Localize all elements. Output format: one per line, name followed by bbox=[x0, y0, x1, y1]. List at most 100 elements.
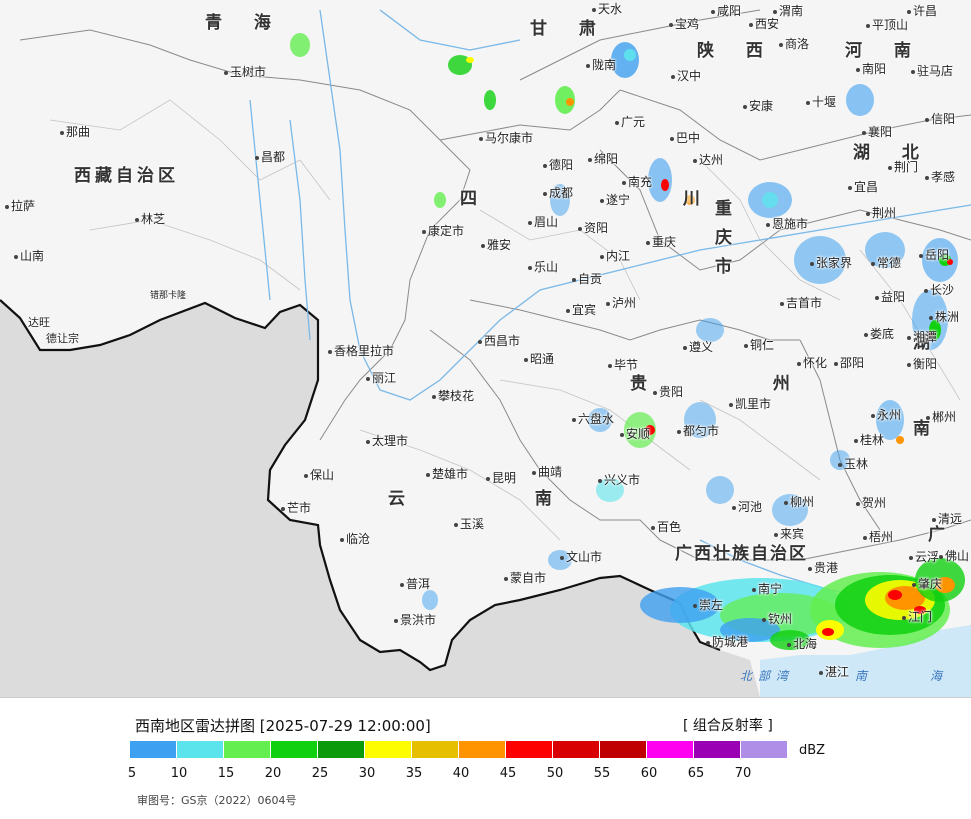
city-label: 保山 bbox=[304, 468, 334, 482]
province-label: 重庆市 bbox=[715, 199, 732, 277]
province-label: 广 bbox=[928, 525, 958, 545]
city-label: 常德 bbox=[871, 256, 901, 270]
sea-label: 海 bbox=[930, 669, 949, 683]
city-label: 昌都 bbox=[255, 150, 285, 164]
city-label: 遂宁 bbox=[600, 193, 630, 207]
city-label: 北海 bbox=[787, 637, 817, 651]
city-label: 防城港 bbox=[706, 635, 748, 649]
city-label: 平顶山 bbox=[866, 18, 908, 32]
city-label: 贺州 bbox=[856, 496, 886, 510]
city-label: 兴义市 bbox=[598, 473, 640, 487]
city-label: 攀枝花 bbox=[432, 389, 474, 403]
city-label: 吉首市 bbox=[780, 296, 822, 310]
city-label: 益阳 bbox=[875, 290, 905, 304]
color-scale bbox=[130, 741, 788, 758]
city-label: 普洱 bbox=[400, 577, 430, 591]
city-label: 恩施市 bbox=[766, 217, 808, 231]
color-swatch bbox=[600, 741, 647, 758]
color-scale-tick: 55 bbox=[593, 766, 611, 781]
color-swatch bbox=[271, 741, 318, 758]
color-swatch bbox=[741, 741, 788, 758]
city-label: 咸阳 bbox=[711, 4, 741, 18]
color-scale-tick: 45 bbox=[499, 766, 517, 781]
city-label: 信阳 bbox=[925, 112, 955, 126]
city-label: 都匀市 bbox=[677, 424, 719, 438]
color-scale-tick: 15 bbox=[217, 766, 235, 781]
city-label: 曲靖 bbox=[532, 465, 562, 479]
city-label: 重庆 bbox=[646, 235, 676, 249]
city-label: 自贡 bbox=[572, 272, 602, 286]
city-label: 西安 bbox=[749, 17, 779, 31]
city-label: 文山市 bbox=[560, 550, 602, 564]
city-label: 内江 bbox=[600, 249, 630, 263]
city-label: 长沙 bbox=[924, 283, 954, 297]
city-label: 南阳 bbox=[856, 62, 886, 76]
color-swatch bbox=[224, 741, 271, 758]
color-scale-tick: 70 bbox=[734, 766, 752, 781]
legend-panel: 西南地区雷达拼图 [2025-07-29 12:00:00] [ 组合反射率 ]… bbox=[0, 697, 971, 819]
province-label: 青 海 bbox=[205, 13, 284, 33]
city-label: 玉树市 bbox=[224, 65, 266, 79]
city-label: 景洪市 bbox=[394, 613, 436, 627]
color-swatch bbox=[177, 741, 224, 758]
city-label: 达州 bbox=[693, 153, 723, 167]
city-label: 百色 bbox=[651, 520, 681, 534]
color-swatch bbox=[553, 741, 600, 758]
city-label: 宜昌 bbox=[848, 180, 878, 194]
city-label: 德让宗 bbox=[46, 332, 79, 345]
product-name: [ 组合反射率 ] bbox=[683, 718, 773, 734]
color-scale-tick: 5 bbox=[127, 766, 137, 781]
color-swatch bbox=[130, 741, 177, 758]
city-label: 桂林 bbox=[854, 433, 884, 447]
color-swatch bbox=[506, 741, 553, 758]
city-label: 株洲 bbox=[929, 310, 959, 324]
city-label: 绵阳 bbox=[588, 152, 618, 166]
city-label: 芒市 bbox=[281, 501, 311, 515]
city-label: 凯里市 bbox=[729, 397, 771, 411]
city-label: 梧州 bbox=[863, 530, 893, 544]
province-label: 甘 肃 bbox=[530, 19, 609, 39]
city-label: 临沧 bbox=[340, 532, 370, 546]
city-label: 南宁 bbox=[752, 582, 782, 596]
city-label: 衡阳 bbox=[907, 357, 937, 371]
city-label: 德阳 bbox=[543, 158, 573, 172]
city-label: 太理市 bbox=[366, 434, 408, 448]
city-label: 六盘水 bbox=[572, 412, 614, 426]
color-swatch bbox=[694, 741, 741, 758]
city-label: 泸州 bbox=[606, 296, 636, 310]
city-label: 岳阳 bbox=[919, 248, 949, 262]
city-label: 贵阳 bbox=[653, 385, 683, 399]
color-scale-tick: 65 bbox=[687, 766, 705, 781]
color-scale-tick: 30 bbox=[358, 766, 376, 781]
city-label: 郴州 bbox=[926, 410, 956, 424]
city-label: 资阳 bbox=[578, 221, 608, 235]
radar-map: 青 海 甘 肃 陕 西 河 南 西藏自治区 四 川 重庆市 湖 北 湖 南 贵 … bbox=[0, 0, 971, 697]
city-label: 天水 bbox=[592, 2, 622, 16]
city-label: 南充 bbox=[622, 175, 652, 189]
color-scale-tick: 50 bbox=[546, 766, 564, 781]
city-label: 毕节 bbox=[608, 358, 638, 372]
city-label: 香格里拉市 bbox=[328, 344, 394, 358]
city-label: 邵阳 bbox=[834, 356, 864, 370]
city-label: 许昌 bbox=[907, 4, 937, 18]
city-label: 湘潭 bbox=[907, 330, 937, 344]
city-label: 林芝 bbox=[135, 212, 165, 226]
city-label: 佛山 bbox=[939, 549, 969, 563]
color-scale-tick: 35 bbox=[405, 766, 423, 781]
city-label: 宝鸡 bbox=[669, 17, 699, 31]
city-label: 玉林 bbox=[838, 457, 868, 471]
city-label: 渭南 bbox=[773, 4, 803, 18]
city-label: 西昌市 bbox=[478, 334, 520, 348]
city-label: 楚雄市 bbox=[426, 467, 468, 481]
city-label: 雅安 bbox=[481, 238, 511, 252]
color-swatch bbox=[459, 741, 506, 758]
city-label: 玉溪 bbox=[454, 517, 484, 531]
city-label: 那曲 bbox=[60, 125, 90, 139]
province-label: 西藏自治区 bbox=[74, 166, 179, 186]
city-label: 安顺 bbox=[620, 427, 650, 441]
province-label: 广西壮族自治区 bbox=[675, 544, 808, 564]
city-label: 来宾 bbox=[774, 527, 804, 541]
color-swatch bbox=[318, 741, 365, 758]
sea-label: 北部湾 bbox=[740, 669, 795, 683]
color-swatch bbox=[647, 741, 694, 758]
